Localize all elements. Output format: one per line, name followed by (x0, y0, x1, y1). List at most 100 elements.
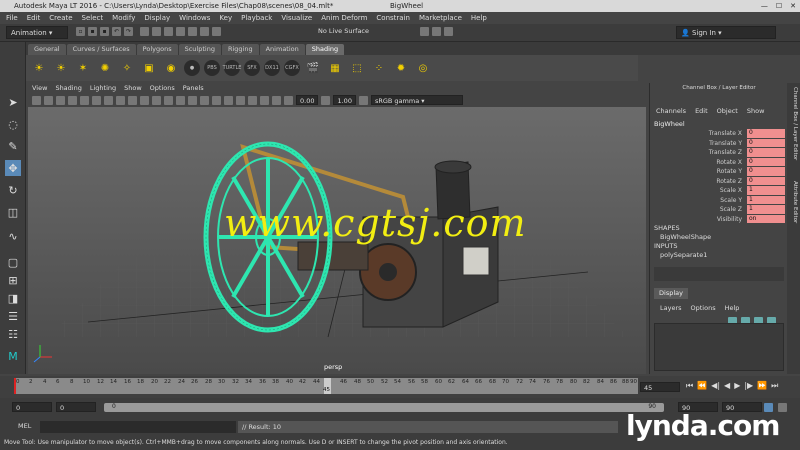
spot-light-icon[interactable]: ✧ (118, 59, 136, 77)
pbs-icon[interactable]: PBS (204, 60, 220, 76)
blinn-icon[interactable]: ● (184, 60, 200, 76)
curve-tool-icon[interactable]: ∿ (5, 228, 21, 244)
gamma-icon[interactable] (321, 95, 331, 105)
color-space-dropdown[interactable]: sRGB gamma ▾ (370, 95, 463, 105)
sign-in-button[interactable]: 👤 Sign In ▾ (676, 26, 776, 39)
lambert-icon[interactable]: ◉ (162, 59, 180, 77)
lasso-tool-icon[interactable]: ◌ (5, 116, 21, 132)
sfx-icon[interactable]: SFX (244, 60, 260, 76)
directional-light-icon[interactable]: ✶ (74, 59, 92, 77)
grid-toggle-icon[interactable] (80, 95, 89, 105)
safe-action-icon[interactable] (140, 95, 149, 105)
select-component-icon[interactable] (164, 27, 173, 36)
paint-select-icon[interactable]: ✎ (5, 138, 21, 154)
playback-start-field[interactable]: 0 (56, 402, 96, 412)
resolution-gate-icon[interactable] (104, 95, 113, 105)
play-forward-icon[interactable]: ▶ (734, 381, 740, 391)
shelf-tab-polygons[interactable]: Polygons (136, 44, 178, 55)
menu-constrain[interactable]: Constrain (376, 14, 410, 22)
shelf-tab-general[interactable]: General (28, 44, 66, 55)
menu-display[interactable]: Display (144, 14, 170, 22)
image-plane-icon[interactable] (68, 95, 77, 105)
menu-playback[interactable]: Playback (241, 14, 272, 22)
turtle-icon[interactable]: TURTLE (223, 60, 241, 76)
viewport-persp[interactable]: www.cgtsj.com persp (28, 107, 646, 374)
select-object-icon[interactable] (152, 27, 161, 36)
go-to-start-icon[interactable]: ⏮ (686, 381, 693, 391)
redo-icon[interactable]: ↷ (124, 27, 133, 36)
color-management-icon[interactable] (358, 95, 368, 105)
command-input[interactable] (40, 421, 236, 433)
play-backward-icon[interactable]: ◀ (724, 381, 730, 391)
layer-menu-help[interactable]: Help (725, 304, 740, 312)
menu-create[interactable]: Create (49, 14, 72, 22)
attr-row[interactable]: Translate X0 (650, 129, 785, 138)
layout-outliner-icon[interactable]: ☰ (5, 308, 21, 324)
panel-menu-options[interactable]: Options (150, 84, 175, 92)
shelf-tab-sculpting[interactable]: Sculpting (178, 44, 221, 55)
time-ruler[interactable]: 0 2 4 6 8 10 12 14 16 18 20 22 24 26 28 … (14, 378, 638, 394)
move-tool-icon[interactable]: ✥ (5, 160, 21, 176)
attr-row[interactable]: Scale Y1 (650, 195, 785, 205)
minimize-icon[interactable]: — (761, 0, 768, 12)
menu-marketplace[interactable]: Marketplace (419, 14, 462, 22)
mel-label[interactable]: MEL (18, 422, 31, 430)
exposure-field[interactable]: 0.00 (296, 95, 319, 105)
shelf-tab-curves[interactable]: Curves / Surfaces (66, 44, 136, 55)
live-surface-field[interactable]: No Live Surface (318, 27, 369, 35)
target-icon[interactable]: ◎ (414, 59, 432, 77)
menu-edit[interactable]: Edit (27, 14, 41, 22)
menu-file[interactable]: File (6, 14, 18, 22)
panel-menu-show[interactable]: Show (124, 84, 142, 92)
isolate-select-icon[interactable] (248, 95, 257, 105)
attr-row[interactable]: Translate Y0 (650, 138, 785, 148)
render-icon[interactable] (420, 27, 429, 36)
wireframe-on-shaded-icon[interactable] (176, 95, 185, 105)
select-tool-icon[interactable]: ➤ (5, 94, 21, 110)
menu-help[interactable]: Help (471, 14, 487, 22)
go-to-end-icon[interactable]: ⏭ (771, 381, 778, 391)
step-forward-key-icon[interactable]: ⏩ (757, 381, 767, 391)
close-icon[interactable]: ✕ (790, 0, 796, 12)
attr-row[interactable]: Scale Z1 (650, 205, 785, 214)
panel-menu-view[interactable]: View (32, 84, 47, 92)
menu-visualize[interactable]: Visualize (281, 14, 312, 22)
side-tab-channel-box[interactable]: Channel Box / Layer Editor (789, 87, 798, 160)
camera-attributes-icon[interactable] (44, 95, 53, 105)
texture-icon[interactable]: ⁘ (370, 59, 388, 77)
object-name[interactable]: BigWheel (654, 120, 685, 128)
dx11-icon[interactable]: DX11 (264, 60, 280, 76)
current-frame-field[interactable]: 45 (640, 382, 680, 392)
layout-graph-icon[interactable]: ☷ (5, 326, 21, 342)
channel-menu-show[interactable]: Show (747, 107, 765, 115)
select-hierarchy-icon[interactable] (140, 27, 149, 36)
attr-row[interactable]: Visibility on (650, 214, 785, 224)
maximize-icon[interactable]: ☐ (776, 0, 782, 12)
textured-icon[interactable] (188, 95, 197, 105)
wireframe-icon[interactable] (152, 95, 161, 105)
save-scene-icon[interactable]: ▪ (100, 27, 109, 36)
layer-list[interactable] (654, 323, 784, 371)
layer-tab-display[interactable]: Display (654, 288, 688, 299)
hypershade-icon[interactable]: ▣ (140, 59, 158, 77)
light-icon[interactable]: ☀ (30, 59, 48, 77)
scale-tool-icon[interactable]: ◫ (5, 204, 21, 220)
channel-menu-object[interactable]: Object (717, 107, 738, 115)
xray-icon[interactable] (260, 95, 269, 105)
attr-row[interactable]: Scale X1 (650, 186, 785, 195)
point-light-icon[interactable]: ✺ (96, 59, 114, 77)
menu-windows[interactable]: Windows (179, 14, 210, 22)
layer-menu-options[interactable]: Options (691, 304, 716, 312)
render-view-icon[interactable]: ▦ (326, 59, 344, 77)
shelf-tab-rigging[interactable]: Rigging (221, 44, 259, 55)
step-forward-frame-icon[interactable]: |▶︎ (744, 381, 753, 391)
panel-menu-shading[interactable]: Shading (55, 84, 81, 92)
shadows-icon[interactable] (212, 95, 221, 105)
clapper-icon[interactable]: 🎬 (304, 59, 322, 77)
layout-four-icon[interactable]: ⊞ (5, 272, 21, 288)
ambient-light-icon[interactable]: ☀ (52, 59, 70, 77)
start-time-field[interactable]: 0 (12, 402, 52, 412)
snap-surface-icon[interactable] (212, 27, 221, 36)
attr-row[interactable]: Rotate Z0 (650, 176, 785, 186)
cgfx-icon[interactable]: CGFX (284, 60, 300, 76)
